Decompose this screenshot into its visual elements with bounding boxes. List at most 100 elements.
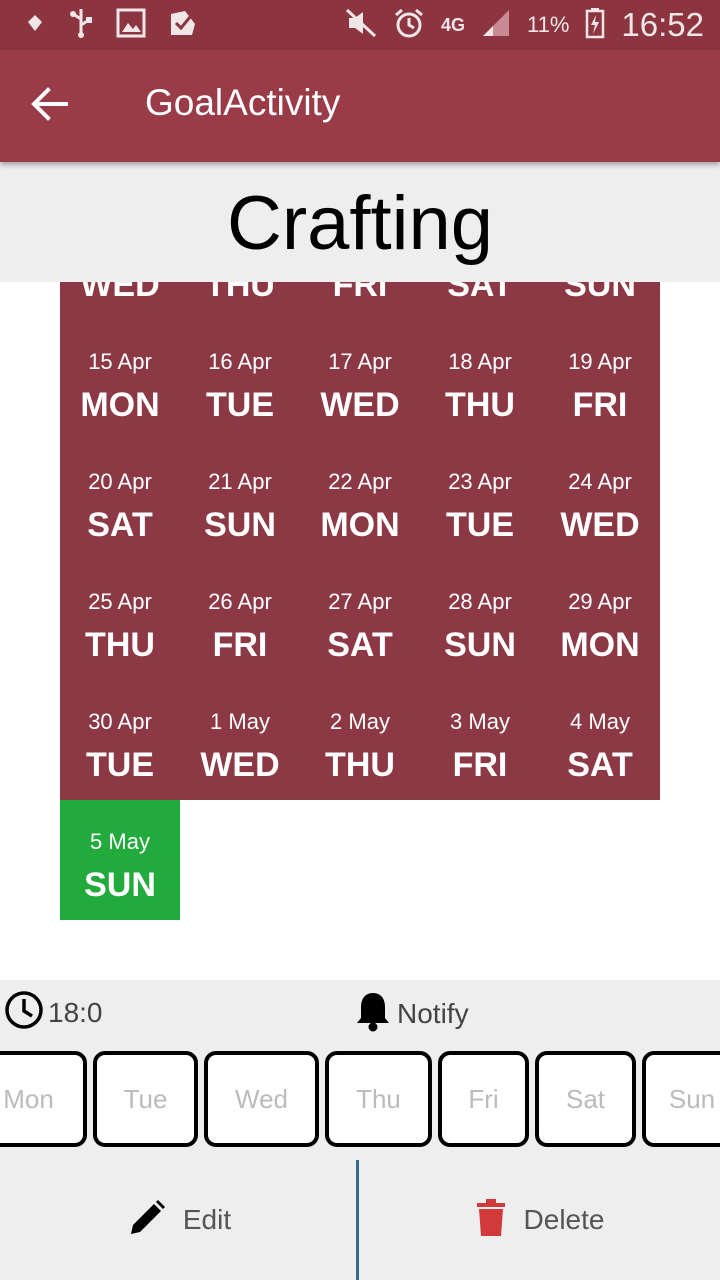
calendar-day-date: 15 Apr [88,349,152,374]
calendar-day[interactable]: 14 AprSUN [540,282,660,320]
clock-icon [4,990,44,1035]
back-button[interactable] [30,84,82,128]
calendar-day[interactable]: 4 May SAT [540,680,660,800]
calendar-day-weekday: SUN [84,866,156,904]
weekday-wed[interactable]: Wed [204,1051,319,1147]
calendar-day[interactable]: 2 May THU [300,680,420,800]
calendar-day[interactable]: 19 Apr FRI [540,320,660,440]
weekday-mon[interactable]: Mon [0,1051,87,1147]
action-divider [356,1160,359,1280]
calendar-day-date: 4 May [570,709,630,734]
notification-dot-icon [24,12,46,39]
calendar-day[interactable]: 18 Apr THU [420,320,540,440]
calendar-day[interactable]: 12 AprFRI [300,282,420,320]
calendar-day-weekday: TUE [206,386,274,424]
battery-charging-icon [585,7,605,44]
calendar-day[interactable]: 27 Apr SAT [300,560,420,680]
notify-label: Notify [397,997,469,1029]
calendar-day-weekday: MON [320,506,400,544]
calendar-day[interactable]: 25 Apr THU [60,560,180,680]
calendar-day-weekday: THU [325,746,395,784]
bell-icon [355,990,391,1037]
calendar-day-weekday: TUE [446,506,514,544]
calendar-day-weekday: SAT [87,506,153,544]
calendar-day[interactable]: 24 Apr WED [540,440,660,560]
edit-label: Edit [182,1204,232,1235]
calendar-day-weekday: SUN [444,626,516,664]
checklist-icon [168,8,198,43]
calendar-day[interactable]: 15 Apr MON [60,320,180,440]
calendar-day[interactable]: 23 Apr TUE [420,440,540,560]
calendar-day-date: 28 Apr [448,589,512,614]
app-title: GoalActivity [145,82,341,123]
calendar-day[interactable]: 11 AprTHU [180,282,300,320]
action-bar: Edit Delete [0,1160,720,1280]
reminder-time[interactable]: 18:0 [4,990,103,1035]
calendar-day-date: 19 Apr [568,349,632,374]
calendar-day-date: 25 Apr [88,589,152,614]
calendar-day-weekday: WED [320,386,400,424]
calendar-day-date: 22 Apr [328,469,392,494]
trash-icon [474,1198,508,1243]
calendar-day-today[interactable]: 5 May SUN [60,800,180,920]
calendar-day[interactable]: 28 Apr SUN [420,560,540,680]
weekday-thu[interactable]: Thu [325,1051,432,1147]
calendar-day[interactable]: 17 Apr WED [300,320,420,440]
calendar-day-date: 24 Apr [568,469,632,494]
notification-icons [24,8,198,42]
calendar-day[interactable]: 30 Apr TUE [60,680,180,800]
clock: 16:52 [621,6,704,43]
weekday-sat[interactable]: Sat [535,1051,636,1147]
calendar-day[interactable]: 22 Apr MON [300,440,420,560]
calendar-day-weekday: THU [85,626,155,664]
calendar-day-date: 26 Apr [208,589,272,614]
calendar-day-date: 3 May [450,709,510,734]
calendar-day[interactable]: 10 AprWED [60,282,180,320]
calendar-day-weekday: SAT [327,626,393,664]
calendar-day-date: 23 Apr [448,469,512,494]
goal-title: Crafting [226,181,494,266]
bottom-panel: 18:0 Notify Mon Tue Wed Thu Fri Sat Sun … [0,980,720,1280]
calendar-day[interactable]: 3 May FRI [420,680,540,800]
calendar-day[interactable]: 26 Apr FRI [180,560,300,680]
calendar-day-date: 20 Apr [88,469,152,494]
weekday-sun[interactable]: Sun [642,1051,720,1147]
app-bar: GoalActivity [0,50,720,162]
usb-icon [68,7,94,44]
calendar-day-date: 5 May [90,829,150,854]
calendar-day[interactable]: 21 Apr SUN [180,440,300,560]
calendar-day-date: 2 May [330,709,390,734]
image-icon [116,8,146,43]
calendar-day[interactable]: 29 Apr MON [540,560,660,680]
calendar-day[interactable]: 1 May WED [180,680,300,800]
calendar-day-date: 27 Apr [328,589,392,614]
goal-header: Crafting [0,162,720,282]
weekday-selector: Mon Tue Wed Thu Fri Sat Sun [0,1051,720,1149]
calendar-day-date: 21 Apr [208,469,272,494]
status-bar: 4G 11% 16:52 [0,0,720,50]
calendar-day-date: 18 Apr [448,349,512,374]
delete-button[interactable]: Delete [360,1160,718,1280]
calendar-day-weekday: FRI [572,386,628,424]
network-type: 4G [440,15,465,35]
notify-toggle[interactable]: Notify [355,990,469,1037]
calendar-day-weekday: WED [560,506,640,544]
calendar-day-weekday: SAT [567,746,633,784]
delete-label: Delete [523,1204,605,1235]
calendar-scroll-area[interactable]: 10 AprWED11 AprTHU12 AprFRI13 AprSAT14 A… [0,282,720,980]
calendar-day-weekday: THU [445,386,515,424]
calendar-day[interactable]: 16 Apr TUE [180,320,300,440]
calendar-day-weekday: SUN [204,506,276,544]
calendar-day-date: 29 Apr [568,589,632,614]
calendar-day-date: 17 Apr [328,349,392,374]
pencil-icon [127,1198,167,1243]
calendar-day-weekday: FRI [212,626,268,664]
calendar-day-weekday: FRI [452,746,508,784]
weekday-tue[interactable]: Tue [93,1051,198,1147]
calendar-day-weekday: MON [80,386,160,424]
calendar-day[interactable]: 20 Apr SAT [60,440,180,560]
weekday-fri[interactable]: Fri [438,1051,529,1147]
calendar-day[interactable]: 13 AprSAT [420,282,540,320]
calendar-day-date: 30 Apr [88,709,152,734]
edit-button[interactable]: Edit [0,1160,358,1280]
